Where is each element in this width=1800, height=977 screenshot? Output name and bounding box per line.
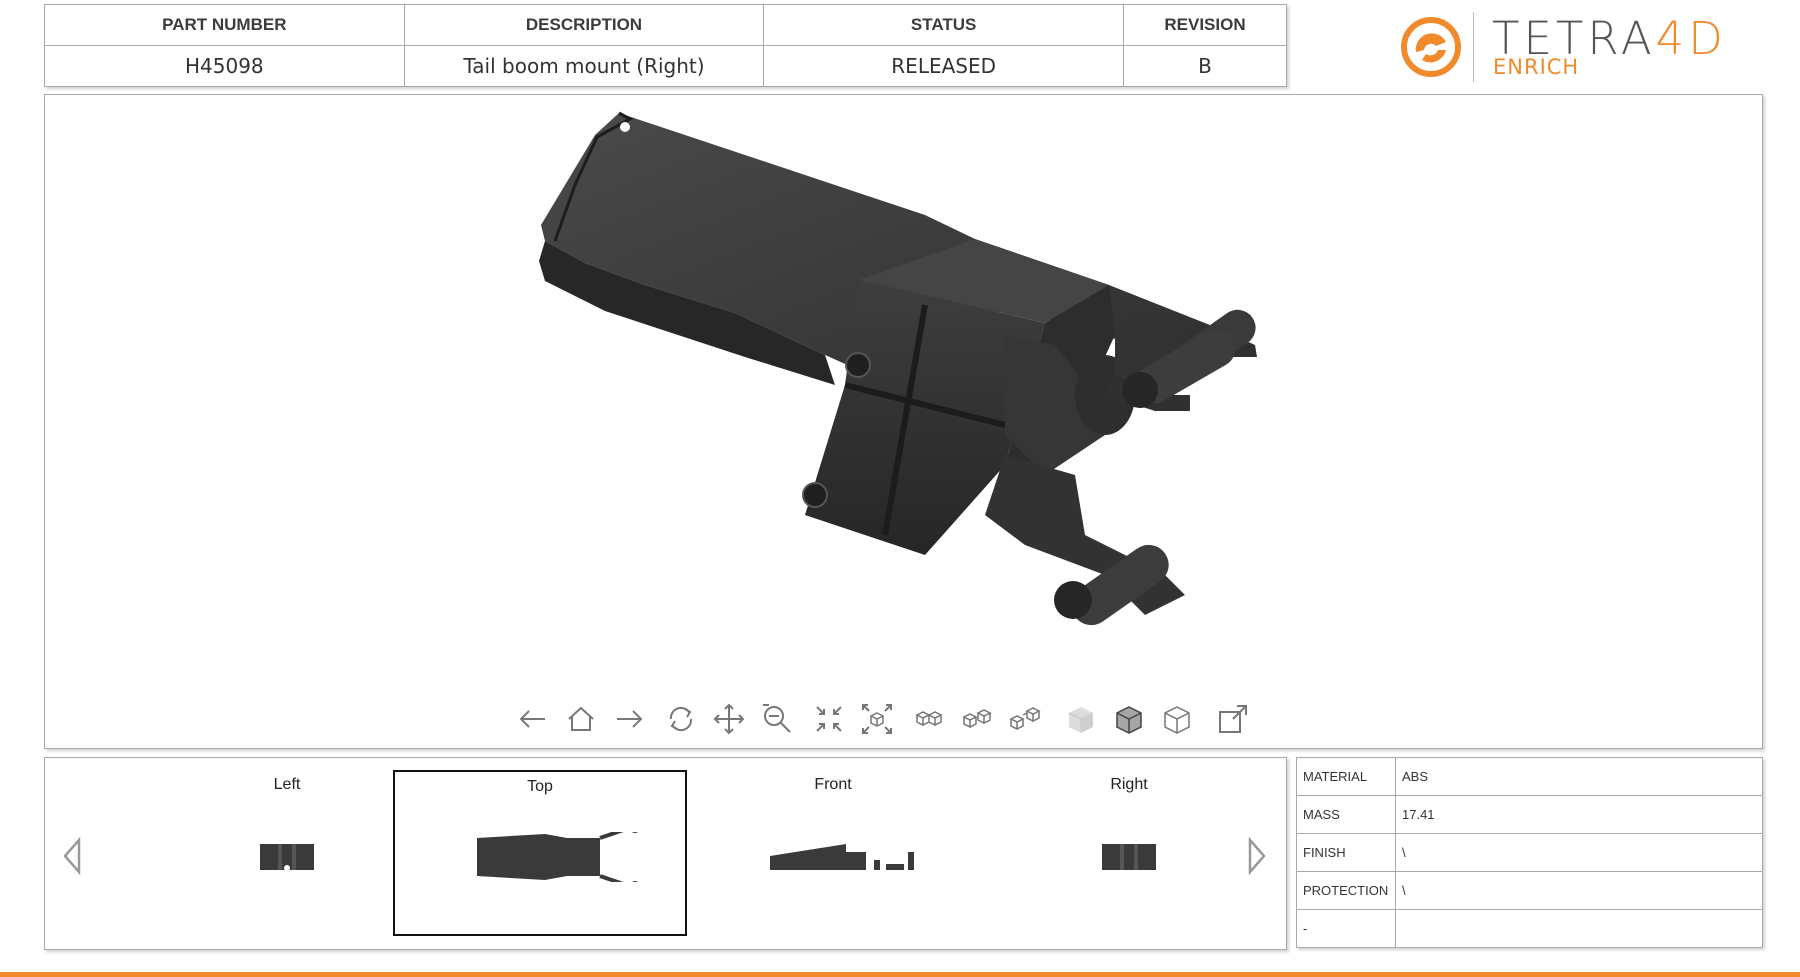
view-label-right: Right xyxy=(1110,776,1148,793)
status-value: RELEASED xyxy=(763,45,1124,87)
shaded-render-icon[interactable] xyxy=(1063,701,1099,737)
back-icon[interactable] xyxy=(515,701,551,737)
description-value: Tail boom mount (Right) xyxy=(403,45,765,87)
property-value-mass: 17.41 xyxy=(1395,795,1763,834)
logo-brand-accent: 4D xyxy=(1655,12,1727,65)
view-thumb-left xyxy=(260,844,314,871)
rotate-icon[interactable] xyxy=(663,701,699,737)
part-number-header: PART NUMBER xyxy=(44,4,405,46)
chevron-left-icon xyxy=(63,836,81,876)
tetra4d-logo: TETRA4D ENRICH xyxy=(1400,12,1723,82)
forward-icon[interactable] xyxy=(611,701,647,737)
part-info-value-row: H45098 Tail boom mount (Right) RELEASED … xyxy=(44,45,1287,87)
explode-2-icon[interactable] xyxy=(959,701,995,737)
saved-views-panel: Left Top Front Right xyxy=(44,757,1287,950)
status-header: STATUS xyxy=(763,4,1124,46)
3d-viewport[interactable] xyxy=(44,94,1763,749)
footer-accent-stripe xyxy=(0,972,1800,977)
wireframe-render-icon[interactable] xyxy=(1159,701,1195,737)
view-label-top: Top xyxy=(527,778,553,795)
part-number-value: H45098 xyxy=(44,45,405,87)
property-key-protection: PROTECTION xyxy=(1296,871,1396,910)
property-key-material: MATERIAL xyxy=(1296,757,1396,796)
property-value-material: ABS xyxy=(1395,757,1763,796)
fullscreen-icon[interactable] xyxy=(1215,701,1251,737)
zoom-icon[interactable] xyxy=(759,701,795,737)
view-card-front[interactable]: Front xyxy=(686,770,980,936)
logo-subtitle: ENRICH xyxy=(1493,55,1580,79)
property-row: PROTECTION \ xyxy=(1296,871,1763,910)
property-row: MATERIAL ABS xyxy=(1296,757,1763,796)
fit-all-icon[interactable] xyxy=(811,701,847,737)
view-label-front: Front xyxy=(814,776,852,793)
view-card-left[interactable]: Left xyxy=(140,770,434,936)
property-value-empty xyxy=(1395,909,1763,948)
property-key-mass: MASS xyxy=(1296,795,1396,834)
property-row: - xyxy=(1296,909,1763,948)
view-label-left: Left xyxy=(273,776,301,793)
views-prev-button[interactable] xyxy=(61,836,85,876)
property-key-finish: FINISH xyxy=(1296,833,1396,872)
views-next-button[interactable] xyxy=(1244,836,1268,876)
fit-selection-icon[interactable] xyxy=(859,701,895,737)
3d-model[interactable] xyxy=(45,95,1762,695)
property-key-empty: - xyxy=(1296,909,1396,948)
view-thumb-top xyxy=(477,832,638,882)
view-thumb-right xyxy=(1102,844,1156,870)
revision-value: B xyxy=(1123,45,1287,87)
explode-1-icon[interactable] xyxy=(911,701,947,737)
shaded-edges-render-icon[interactable] xyxy=(1111,701,1147,737)
explode-3-icon[interactable] xyxy=(1007,701,1043,737)
description-header: DESCRIPTION xyxy=(403,4,765,46)
property-row: FINISH \ xyxy=(1296,833,1763,872)
property-value-protection: \ xyxy=(1395,871,1763,910)
home-icon[interactable] xyxy=(563,701,599,737)
property-value-finish: \ xyxy=(1395,833,1763,872)
view-thumb-front xyxy=(770,844,914,870)
part-info-header-row: PART NUMBER DESCRIPTION STATUS REVISION xyxy=(44,4,1287,46)
tetra4d-logo-icon xyxy=(1401,17,1461,77)
properties-table: MATERIAL ABS MASS 17.41 FINISH \ PROTECT… xyxy=(1296,757,1763,948)
part-info-table: PART NUMBER DESCRIPTION STATUS REVISION … xyxy=(44,4,1287,87)
view-card-top[interactable]: Top xyxy=(393,770,687,936)
property-row: MASS 17.41 xyxy=(1296,795,1763,834)
revision-header: REVISION xyxy=(1123,4,1287,46)
view-card-right[interactable]: Right xyxy=(982,770,1276,936)
chevron-right-icon xyxy=(1248,836,1266,876)
pan-icon[interactable] xyxy=(711,701,747,737)
logo-divider xyxy=(1473,12,1474,82)
viewer-toolbar xyxy=(515,701,1315,739)
